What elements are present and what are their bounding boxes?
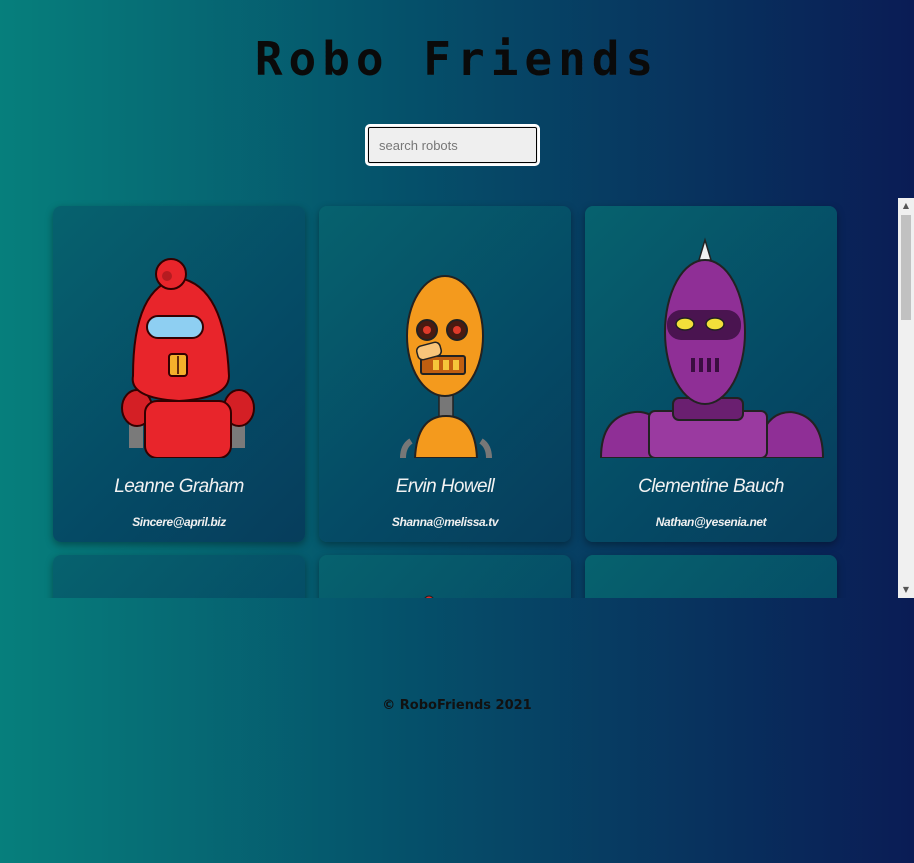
robot-email: Shanna@melissa.tv bbox=[391, 515, 499, 529]
scrollbar-thumb[interactable] bbox=[901, 215, 911, 320]
footer-copyright: © RoboFriends 2021 bbox=[382, 698, 532, 713]
robot-card[interactable]: Clementine Bauch Nathan@yesenia.net bbox=[585, 206, 837, 542]
robot-email: Nathan@yesenia.net bbox=[655, 515, 767, 529]
antenna-robot-image bbox=[424, 595, 434, 598]
triangle-up-icon[interactable]: ▲ bbox=[898, 198, 914, 214]
robot-card[interactable]: Leanne Graham Sincere@april.biz bbox=[53, 206, 305, 542]
app-title: Robo Friends bbox=[0, 32, 914, 86]
robot-card[interactable] bbox=[319, 555, 571, 598]
robot-card[interactable] bbox=[53, 555, 305, 598]
robot-name: Ervin Howell bbox=[395, 476, 495, 497]
search-input[interactable] bbox=[365, 124, 540, 166]
robot-name: Leanne Graham bbox=[114, 476, 244, 497]
triangle-down-icon[interactable]: ▼ bbox=[898, 582, 914, 598]
red-robot-image bbox=[121, 258, 255, 458]
robot-card[interactable]: Ervin Howell Shanna@melissa.tv bbox=[319, 206, 571, 542]
purple-robot-image bbox=[599, 237, 825, 458]
robot-name: Clementine Bauch bbox=[638, 476, 784, 497]
robot-email: Sincere@april.biz bbox=[132, 515, 226, 529]
robot-card-list[interactable]: Leanne Graham Sincere@april.biz Ervin Ho… bbox=[0, 198, 914, 598]
scrollbar[interactable]: ▲ ▼ bbox=[898, 198, 914, 598]
robot-card[interactable] bbox=[585, 555, 837, 598]
gray-robot-image bbox=[63, 575, 295, 598]
orange-robot-image bbox=[400, 275, 492, 458]
